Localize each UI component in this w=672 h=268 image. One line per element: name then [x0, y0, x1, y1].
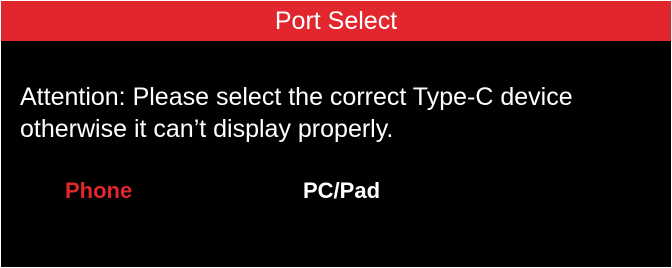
message-line-2: otherwise it can’t display properly. — [20, 115, 394, 143]
message-line-1: Attention: Please select the correct Typ… — [20, 83, 573, 111]
port-select-dialog: Port Select Attention: Please select the… — [1, 1, 671, 267]
option-pc-pad[interactable]: PC/Pad — [303, 177, 380, 205]
dialog-title: Port Select — [274, 6, 398, 35]
attention-message: Attention: Please select the correct Typ… — [20, 81, 640, 145]
option-phone[interactable]: Phone — [65, 177, 132, 205]
title-bar: Port Select — [1, 1, 671, 41]
